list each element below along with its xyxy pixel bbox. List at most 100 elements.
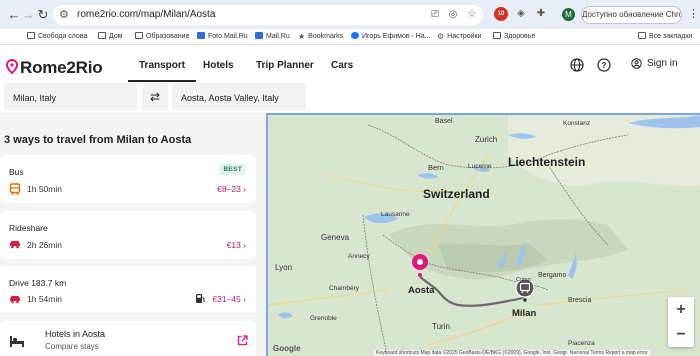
- map-label-chambery: Chambéry: [329, 285, 359, 292]
- help-icon[interactable]: ?: [597, 58, 611, 72]
- hotels-title: Hotels in Aosta: [45, 329, 106, 339]
- route-search: Milan, Italy ⇄ Aosta, Aosta Valley, Ital…: [0, 83, 700, 113]
- map-label-grenoble: Grenoble: [310, 315, 337, 322]
- route-mode: Bus: [9, 167, 24, 177]
- origin-input[interactable]: Milan, Italy: [4, 83, 137, 111]
- map-label-basel: Basel: [435, 118, 453, 125]
- google-logo: Google: [273, 344, 301, 353]
- star-icon: ★: [298, 32, 306, 41]
- route-map[interactable]: Liechtenstein Switzerland Basel Zurich B…: [266, 113, 700, 356]
- route-duration: 1h 54min: [27, 294, 62, 304]
- reload-icon[interactable]: ↻: [35, 7, 51, 23]
- external-link-icon[interactable]: [237, 335, 248, 346]
- folder-icon: [638, 32, 646, 39]
- route-card-bus[interactable]: Bus BEST 1h 50min €8–23 ›: [0, 155, 256, 203]
- sign-in-button[interactable]: Sign in: [631, 58, 678, 69]
- bookmark-star-icon[interactable]: ☆: [465, 8, 479, 22]
- map-label-konstanz: Konstanz: [563, 120, 591, 127]
- bookmark-item[interactable]: ⚙ Настройки: [437, 31, 482, 43]
- chrome-update-button[interactable]: Доступно обновление Chrome: [581, 6, 682, 24]
- zoom-in-button[interactable]: +: [668, 297, 694, 322]
- map-label-aosta: Aosta: [408, 285, 435, 296]
- map-label-lucerne: Lucerne: [468, 163, 492, 170]
- map-label-bern: Bern: [428, 163, 444, 172]
- forward-arrow-icon[interactable]: →: [20, 7, 36, 23]
- route-price: €8–23 ›: [217, 184, 246, 194]
- route-mode: Drive 183.7 km: [9, 278, 67, 288]
- address-bar[interactable]: ⚙ rome2rio.com/map/Milan/Aosta ⎚ ◎ ☆: [53, 5, 483, 25]
- install-app-icon[interactable]: ⎚: [428, 8, 442, 22]
- car-icon: [10, 296, 20, 304]
- tab-transport[interactable]: Transport: [127, 60, 197, 82]
- browser-toolbar: ← → ↻ ⚙ rome2rio.com/map/Milan/Aosta ⎚ ◎…: [0, 0, 700, 29]
- map-label-milan: Milan: [512, 308, 537, 319]
- bookmark-item[interactable]: ★ Bookmarks: [298, 31, 343, 43]
- map-label-geneva: Geneva: [321, 233, 350, 242]
- results-title: 3 ways to travel from Milan to Aosta: [4, 134, 192, 146]
- map-label-annecy: Annecy: [348, 253, 370, 260]
- bookmark-item[interactable]: Foto.Mail.Ru: [197, 31, 248, 43]
- extension-icon[interactable]: ◈: [514, 7, 528, 21]
- map-label-switzerland: Switzerland: [423, 187, 490, 201]
- site-logo[interactable]: Rome2Rio: [20, 58, 103, 78]
- bookmark-item[interactable]: Mail.Ru: [255, 31, 290, 43]
- folder-icon: [98, 32, 106, 39]
- bookmark-item[interactable]: Все закладки: [638, 31, 692, 43]
- globe-icon[interactable]: [570, 58, 584, 72]
- bookmark-item[interactable]: Игорь Ефимов - На...: [351, 31, 431, 43]
- tab-hotels[interactable]: Hotels: [203, 60, 234, 71]
- route-card-rideshare[interactable]: Rideshare 2h 26min €13 ›: [0, 211, 256, 259]
- swap-locations-icon[interactable]: ⇄: [142, 83, 168, 111]
- tab-trip-planner[interactable]: Trip Planner: [256, 60, 314, 71]
- route-duration: 2h 26min: [27, 240, 62, 250]
- kebab-menu-icon[interactable]: ⋮: [688, 7, 699, 20]
- hotels-subtitle: Compare stays: [45, 342, 99, 351]
- extension-badge-icon[interactable]: 10: [494, 7, 508, 21]
- puzzle-icon[interactable]: ✚: [534, 7, 548, 21]
- bookmarks-bar: Свобода слова Дом Образование Foto.Mail.…: [0, 29, 700, 45]
- map-label-bergamo: Bergamo: [538, 272, 567, 279]
- user-icon: [631, 58, 642, 69]
- map-label-brescia: Brescia: [568, 297, 592, 304]
- destination-input[interactable]: Aosta, Aosta Valley, Italy: [172, 83, 306, 111]
- eye-off-icon[interactable]: ◎: [446, 8, 460, 22]
- tab-cars[interactable]: Cars: [331, 60, 353, 71]
- address-url[interactable]: rome2rio.com/map/Milan/Aosta: [77, 9, 215, 20]
- route-duration: 1h 50min: [27, 184, 62, 194]
- route-price: €31–45 ›: [212, 294, 246, 304]
- map-label-lausanne: Lausanne: [381, 211, 410, 218]
- mail-ru-icon: [255, 32, 263, 39]
- map-label-turin: Turin: [432, 322, 450, 331]
- folder-icon: [493, 32, 501, 39]
- bookmark-item[interactable]: Свобода слова: [27, 31, 87, 43]
- map-label-lyon: Lyon: [275, 263, 293, 272]
- map-label-zurich: Zurich: [475, 135, 498, 144]
- map-attribution[interactable]: Keyboard shortcuts Map data ©2025 GeoBas…: [374, 350, 650, 356]
- folder-icon: [135, 32, 143, 39]
- zoom-out-button[interactable]: −: [668, 322, 694, 347]
- car-icon: [10, 241, 20, 249]
- site-header: Rome2Rio Transport Hotels Trip Planner C…: [0, 46, 700, 86]
- map-label-como: Como: [516, 277, 531, 283]
- mail-ru-icon: [197, 32, 205, 39]
- fuel-icon: [196, 294, 205, 303]
- site-info-icon[interactable]: ⚙: [59, 8, 69, 21]
- map-label-piacenza: Piacenza: [568, 340, 595, 347]
- route-mode: Rideshare: [9, 223, 48, 233]
- destination-pin-icon[interactable]: [411, 253, 429, 277]
- results-panel: 3 ways to travel from Milan to Aosta Bus…: [0, 113, 266, 356]
- svg-text:?: ?: [602, 61, 607, 70]
- route-card-drive[interactable]: Drive 183.7 km 1h 54min €31–45 ›: [0, 266, 256, 313]
- folder-icon: [27, 32, 35, 39]
- zoom-control: + −: [668, 297, 694, 347]
- sign-in-label: Sign in: [647, 58, 678, 69]
- bookmark-item[interactable]: Дом: [98, 31, 123, 43]
- hotels-card[interactable]: Hotels in Aosta Compare stays: [0, 321, 256, 356]
- bookmark-item[interactable]: Образование: [135, 31, 189, 43]
- profile-avatar[interactable]: M: [562, 8, 575, 21]
- gear-icon: ⚙: [437, 32, 445, 41]
- rome2rio-logo-icon[interactable]: [6, 59, 18, 74]
- bookmark-item[interactable]: Здоровье: [493, 31, 535, 43]
- map-label-liechtenstein: Liechtenstein: [508, 155, 586, 169]
- bus-icon: [9, 183, 21, 195]
